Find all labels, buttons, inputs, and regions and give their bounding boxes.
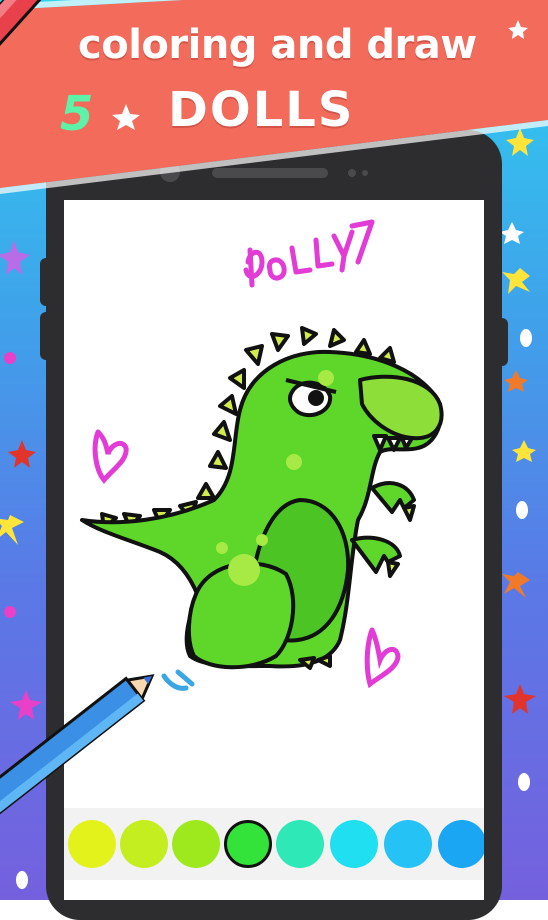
title-banner: coloring and draw DOLLS 5: [0, 0, 548, 200]
banner-title-line2: DOLLS: [168, 82, 355, 138]
banner-digit: 5: [60, 86, 94, 142]
banner-title-line1: coloring and draw: [78, 22, 477, 68]
